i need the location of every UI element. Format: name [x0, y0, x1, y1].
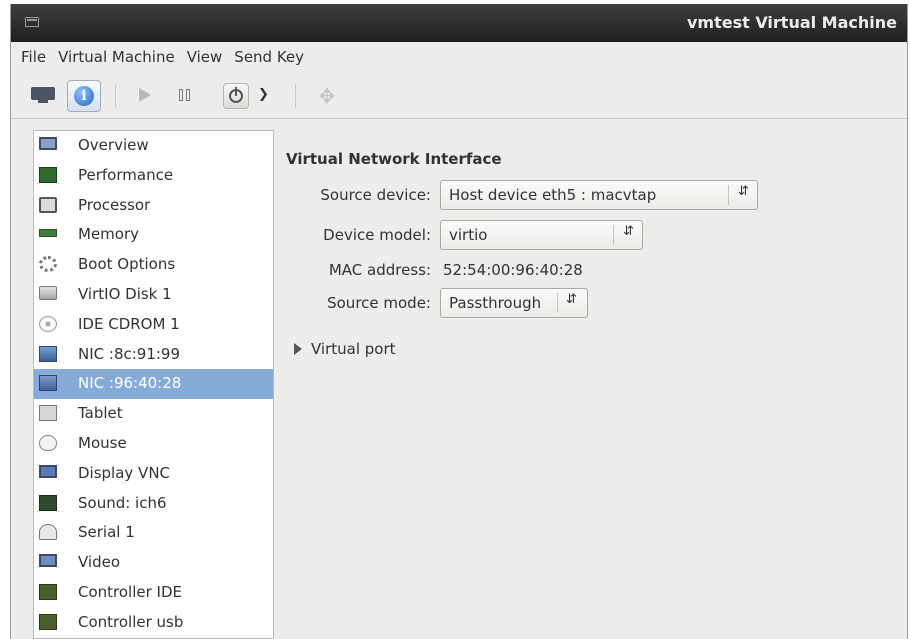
monitor-icon	[31, 87, 55, 100]
sidebar-item-label: Display VNC	[78, 463, 171, 482]
hardware-list: Overview Performance Processor Memory Bo…	[33, 130, 274, 639]
source-device-value: Host device eth5 : macvtap	[449, 186, 657, 204]
toolbar-separator	[115, 84, 116, 108]
device-details-panel: Virtual Network Interface Source device:…	[286, 130, 907, 639]
tablet-icon	[39, 405, 57, 422]
sidebar-item-label: Memory	[78, 225, 140, 244]
sidebar-item-video[interactable]: Video	[34, 548, 273, 578]
performance-chart-icon	[39, 166, 57, 183]
sidebar-item-label: Overview	[78, 136, 149, 154]
virtual-port-label: Virtual port	[311, 340, 396, 358]
sidebar-item-memory[interactable]: Memory	[34, 220, 273, 250]
memory-icon	[39, 229, 57, 238]
disk-icon	[39, 285, 57, 300]
sidebar-item-performance[interactable]: Performance	[34, 161, 273, 191]
sidebar-item-nic-8c-91-99[interactable]: NIC :8c:91:99	[34, 340, 273, 370]
menu-file[interactable]: File	[15, 48, 52, 66]
sound-icon	[39, 494, 57, 511]
run-button[interactable]	[139, 88, 151, 102]
combo-arrows-icon: ⇵	[738, 184, 749, 199]
menu-bar: File Virtual Machine View Send Key	[11, 42, 907, 72]
sidebar-item-label: Controller usb	[78, 612, 184, 631]
monitor-icon	[39, 137, 57, 150]
device-model-value: virtio	[449, 226, 488, 244]
menu-virtual-machine[interactable]: Virtual Machine	[52, 48, 181, 66]
nic-icon	[39, 375, 57, 392]
cdrom-icon	[39, 315, 57, 332]
controller-icon	[39, 583, 57, 600]
expander-triangle-icon	[294, 343, 302, 355]
serial-icon	[39, 524, 57, 541]
sidebar-item-ide-cdrom-1[interactable]: IDE CDROM 1	[34, 310, 273, 340]
sidebar-item-label: Tablet	[78, 404, 123, 423]
toolbar-separator	[295, 84, 296, 108]
window-title: vmtest Virtual Machine	[686, 13, 897, 32]
sidebar-item-label: Performance	[78, 165, 174, 184]
sidebar-item-label: Serial 1	[78, 523, 135, 542]
sidebar-item-label: Boot Options	[78, 255, 176, 274]
video-icon	[39, 554, 57, 568]
combo-arrows-icon: ⇵	[566, 292, 577, 307]
sidebar-item-label: Mouse	[78, 433, 127, 452]
section-title: Virtual Network Interface	[286, 150, 502, 168]
sidebar-item-label: Video	[78, 553, 121, 572]
source-device-combo[interactable]: Host device eth5 : macvtap ⇵	[440, 180, 758, 210]
mac-address-label: MAC address:	[328, 261, 431, 279]
sidebar-item-tablet[interactable]: Tablet	[34, 399, 273, 429]
source-mode-combo[interactable]: Passthrough ⇵	[440, 288, 588, 318]
sidebar-item-label: Controller IDE	[78, 582, 183, 601]
sidebar-item-processor[interactable]: Processor	[34, 191, 273, 221]
sidebar-item-controller-ide[interactable]: Controller IDE	[34, 578, 273, 608]
mouse-icon	[39, 434, 57, 451]
title-bar[interactable]: vmtest Virtual Machine	[11, 4, 907, 42]
shutdown-menu-chevron-down-icon[interactable]: ❯	[258, 87, 269, 102]
combo-arrows-icon: ⇵	[623, 224, 634, 239]
source-mode-label: Source mode:	[327, 294, 431, 312]
source-mode-value: Passthrough	[449, 294, 542, 312]
sidebar-item-sound-ich6[interactable]: Sound: ich6	[34, 489, 273, 519]
sidebar-item-label: Sound: ich6	[78, 493, 167, 512]
sidebar-item-label: VirtIO Disk 1	[78, 284, 172, 303]
sidebar-item-label: Processor	[78, 195, 151, 214]
shutdown-button[interactable]	[223, 83, 249, 109]
show-details-button[interactable]: i	[67, 80, 101, 112]
processor-icon	[39, 196, 57, 213]
display-icon	[39, 464, 57, 478]
sidebar-item-label: IDE CDROM 1	[78, 314, 180, 333]
device-model-combo[interactable]: virtio ⇵	[440, 220, 643, 250]
pause-button[interactable]	[179, 89, 191, 102]
sidebar-item-label: NIC :8c:91:99	[78, 344, 181, 363]
menu-view[interactable]: View	[181, 48, 229, 66]
sidebar-item-label: NIC :96:40:28	[78, 374, 182, 393]
window-menu-icon[interactable]	[25, 17, 39, 27]
toolbar: i ❯ ✥	[11, 72, 907, 119]
sidebar-item-display-vnc[interactable]: Display VNC	[34, 459, 273, 489]
sidebar-item-virtio-disk-1[interactable]: VirtIO Disk 1	[34, 280, 273, 310]
sidebar-item-controller-usb[interactable]: Controller usb	[34, 608, 273, 638]
controller-icon	[39, 613, 57, 630]
mac-address-value: 52:54:00:96:40:28	[443, 261, 583, 279]
sidebar-item-mouse[interactable]: Mouse	[34, 429, 273, 459]
show-console-button[interactable]	[31, 87, 55, 103]
fullscreen-icon[interactable]: ✥	[316, 85, 338, 107]
info-icon: i	[74, 86, 94, 106]
sidebar-item-boot-options[interactable]: Boot Options	[34, 250, 273, 280]
sidebar-item-serial-1[interactable]: Serial 1	[34, 518, 273, 548]
menu-send-key[interactable]: Send Key	[228, 48, 310, 66]
device-model-label: Device model:	[323, 226, 431, 244]
vm-details-window: vmtest Virtual Machine File Virtual Mach…	[10, 4, 908, 639]
boot-options-icon	[39, 256, 57, 273]
nic-icon	[39, 345, 57, 362]
sidebar-item-overview[interactable]: Overview	[34, 131, 273, 161]
source-device-label: Source device:	[320, 186, 431, 204]
sidebar-item-nic-96-40-28[interactable]: NIC :96:40:28	[34, 369, 273, 400]
virtual-port-expander[interactable]: Virtual port	[294, 340, 396, 358]
